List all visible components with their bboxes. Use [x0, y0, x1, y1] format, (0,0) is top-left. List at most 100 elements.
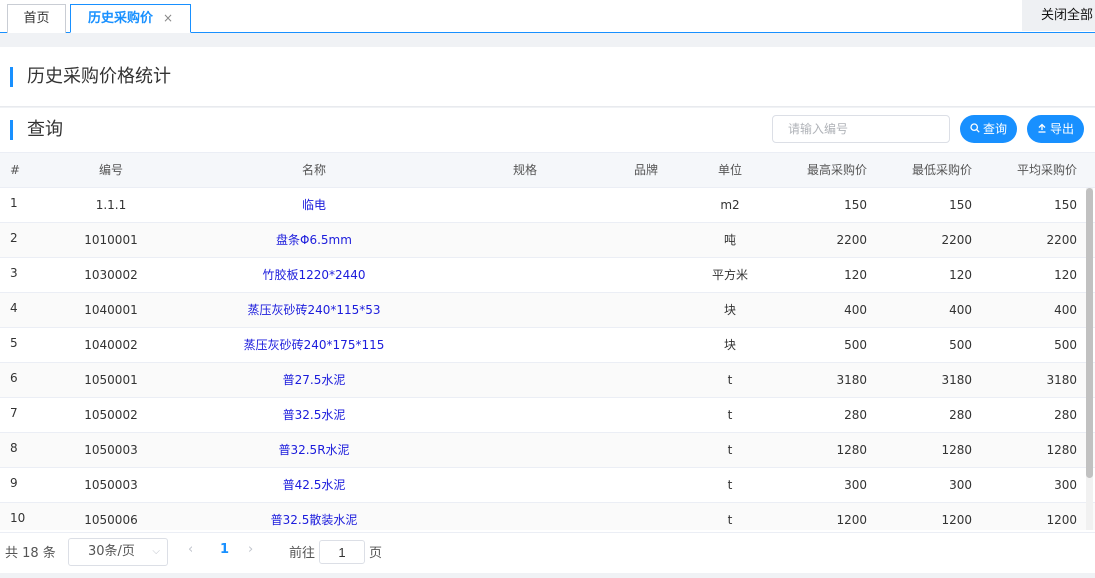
- table-row[interactable]: 7 1050002 普32.5水泥 t 280 280 280: [0, 398, 1095, 433]
- table-scrollbar-thumb[interactable]: [1086, 188, 1093, 478]
- row-min-price: 150: [949, 198, 972, 212]
- table-row[interactable]: 1 1.1.1 临电 m2 150 150 150: [0, 188, 1095, 223]
- table-row[interactable]: 4 1040001 蒸压灰砂砖240*115*53 块 400 400 400: [0, 293, 1095, 328]
- row-unit: 吨: [723, 233, 736, 247]
- row-name-link[interactable]: 普32.5R水泥: [210, 433, 418, 467]
- row-min-price: 400: [949, 303, 972, 317]
- row-max-price: 300: [844, 478, 867, 492]
- row-code: 1040002: [84, 338, 138, 352]
- row-index: 9: [10, 476, 18, 490]
- row-unit: t: [727, 373, 733, 387]
- table-row[interactable]: 8 1050003 普32.5R水泥 t 1280 1280 1280: [0, 433, 1095, 468]
- header-avg-price: 平均采购价: [1016, 163, 1077, 177]
- header-unit: 单位: [717, 163, 742, 177]
- row-avg-price: 120: [1054, 268, 1077, 282]
- table-body[interactable]: 1 1.1.1 临电 m2 150 150 150 2 1010001 盘条Φ6.5mm 吨 2200…: [0, 188, 1095, 530]
- tab-history-price[interactable]: 历史采购价 ×: [70, 4, 191, 33]
- row-avg-price: 300: [1054, 478, 1077, 492]
- row-code: 1040001: [84, 303, 138, 317]
- row-name-link[interactable]: 临电: [210, 188, 418, 222]
- row-unit: m2: [720, 198, 740, 212]
- table-header: # 编号 名称 规格 品牌 单位 最高采购价 最低采购价 平均采购价: [0, 152, 1095, 188]
- pagination: 共 18 条 30条/页 ⌵ ‹ 1 › 前往 页: [0, 532, 1095, 572]
- row-name-link[interactable]: 普32.5水泥: [210, 398, 418, 432]
- row-code: 1050002: [84, 408, 138, 422]
- tab-history-price-label: 历史采购价: [87, 11, 153, 26]
- table-row[interactable]: 9 1050003 普42.5水泥 t 300 300 300: [0, 468, 1095, 503]
- row-max-price: 1200: [836, 513, 867, 527]
- row-unit: t: [727, 513, 733, 527]
- row-index: 1: [10, 196, 18, 210]
- next-page-button[interactable]: ›: [248, 542, 253, 557]
- row-index: 5: [10, 336, 18, 350]
- goto-page-input[interactable]: [319, 540, 365, 564]
- row-avg-price: 1280: [1046, 443, 1077, 457]
- row-code: 1.1.1: [95, 198, 127, 212]
- row-max-price: 1280: [836, 443, 867, 457]
- row-min-price: 500: [949, 338, 972, 352]
- upload-icon: [1037, 116, 1047, 144]
- header-code: 编号: [98, 163, 123, 177]
- search-button-label: 查询: [982, 122, 1007, 136]
- row-unit: t: [727, 443, 733, 457]
- row-min-price: 1200: [941, 513, 972, 527]
- query-panel: 查询 查询 导出 # 编号 名称 规格 品牌 单位 最高采购价 最低采购价 平均…: [0, 108, 1095, 573]
- row-name-link[interactable]: 蒸压灰砂砖240*115*53: [210, 293, 418, 327]
- row-name-link[interactable]: 盘条Φ6.5mm: [210, 223, 418, 257]
- row-index: 2: [10, 231, 18, 245]
- table-row[interactable]: 2 1010001 盘条Φ6.5mm 吨 2200 2200 2200: [0, 223, 1095, 258]
- page-size-value: 30条/页: [88, 544, 135, 559]
- row-name-link[interactable]: 普42.5水泥: [210, 468, 418, 502]
- row-code: 1050006: [84, 513, 138, 527]
- table-row[interactable]: 10 1050006 普32.5散装水泥 t 1200 1200 1200: [0, 503, 1095, 530]
- header-brand: 品牌: [633, 163, 658, 177]
- row-code: 1030002: [84, 268, 138, 282]
- row-avg-price: 500: [1054, 338, 1077, 352]
- header-index: #: [10, 163, 21, 177]
- tab-home[interactable]: 首页: [7, 4, 66, 33]
- row-max-price: 500: [844, 338, 867, 352]
- row-name-link[interactable]: 竹胶板1220*2440: [210, 258, 418, 292]
- tab-bar: 首页 历史采购价 × 关闭全部: [0, 0, 1095, 33]
- row-index: 4: [10, 301, 18, 315]
- page-title: 历史采购价格统计: [10, 67, 171, 87]
- row-max-price: 3180: [836, 373, 867, 387]
- row-code: 1050003: [84, 443, 138, 457]
- row-max-price: 120: [844, 268, 867, 282]
- goto-label: 前往: [289, 546, 316, 561]
- row-unit: 块: [723, 303, 736, 317]
- row-index: 6: [10, 371, 18, 385]
- table-row[interactable]: 5 1040002 蒸压灰砂砖240*175*115 块 500 500 500: [0, 328, 1095, 363]
- row-code: 1050001: [84, 373, 138, 387]
- title-panel: 历史采购价格统计: [0, 47, 1095, 107]
- row-avg-price: 400: [1054, 303, 1077, 317]
- chevron-down-icon: ⌵: [152, 546, 160, 557]
- row-min-price: 120: [949, 268, 972, 282]
- export-button[interactable]: 导出: [1027, 115, 1084, 143]
- close-icon[interactable]: ×: [163, 11, 173, 25]
- row-avg-price: 150: [1054, 198, 1077, 212]
- row-name-link[interactable]: 蒸压灰砂砖240*175*115: [210, 328, 418, 362]
- table-row[interactable]: 3 1030002 竹胶板1220*2440 平方米 120 120 120: [0, 258, 1095, 293]
- code-search-input[interactable]: [772, 115, 950, 143]
- table-row[interactable]: 6 1050001 普27.5水泥 t 3180 3180 3180: [0, 363, 1095, 398]
- tab-home-label: 首页: [23, 11, 50, 26]
- header-name: 名称: [301, 163, 326, 177]
- close-all-button[interactable]: 关闭全部: [1022, 0, 1095, 31]
- header-max-price: 最高采购价: [806, 163, 867, 177]
- row-unit: t: [727, 478, 733, 492]
- price-table: # 编号 名称 规格 品牌 单位 最高采购价 最低采购价 平均采购价 1 1.1.…: [0, 152, 1095, 530]
- row-avg-price: 280: [1054, 408, 1077, 422]
- header-spec: 规格: [512, 163, 537, 177]
- row-name-link[interactable]: 普32.5散装水泥: [210, 503, 418, 530]
- header-min-price: 最低采购价: [911, 163, 972, 177]
- row-name-link[interactable]: 普27.5水泥: [210, 363, 418, 397]
- row-index: 3: [10, 266, 18, 280]
- search-button[interactable]: 查询: [960, 115, 1017, 143]
- page-number-current[interactable]: 1: [220, 542, 229, 557]
- page-size-select[interactable]: 30条/页 ⌵: [68, 538, 168, 566]
- row-min-price: 1280: [941, 443, 972, 457]
- prev-page-button[interactable]: ‹: [188, 542, 193, 557]
- row-avg-price: 1200: [1046, 513, 1077, 527]
- row-min-price: 280: [949, 408, 972, 422]
